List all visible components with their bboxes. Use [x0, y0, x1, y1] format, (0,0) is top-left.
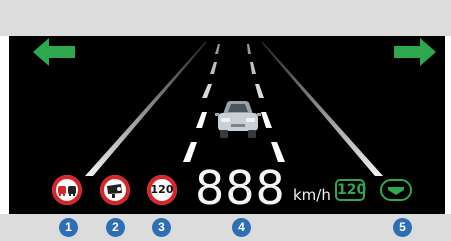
speed-camera-sign-icon: [100, 175, 130, 205]
cluster-display: 120 888 km/h 120: [9, 36, 445, 214]
car-icon: [215, 101, 261, 138]
callout-4: 4: [232, 218, 251, 237]
no-overtaking-sign-icon: [52, 175, 82, 205]
lane-dash: [255, 84, 264, 98]
callout-2: 2: [106, 218, 125, 237]
speed-limit-sign: 120: [146, 174, 178, 206]
callout-3: 3: [152, 218, 171, 237]
lane-dash: [183, 142, 197, 162]
callout-5: 5: [393, 218, 412, 237]
lane-dash: [271, 142, 285, 162]
speed-readout: 888: [195, 161, 286, 214]
right-arrow-icon: [394, 38, 436, 66]
speed-unit: km/h: [293, 186, 331, 204]
acc-set-speed: 120: [335, 179, 366, 201]
speed-limit-value: 120: [150, 183, 174, 196]
lane-dash: [196, 112, 207, 128]
left-arrow-icon: [33, 38, 75, 66]
top-frame: [0, 0, 451, 36]
lane-dash: [250, 62, 256, 74]
lane-dash: [210, 62, 217, 74]
callout-1: 1: [59, 218, 78, 237]
lane-dash: [202, 84, 212, 98]
lane-dash: [247, 44, 251, 54]
lane-keeping-icon: [380, 179, 412, 201]
lane-dash: [215, 44, 220, 54]
